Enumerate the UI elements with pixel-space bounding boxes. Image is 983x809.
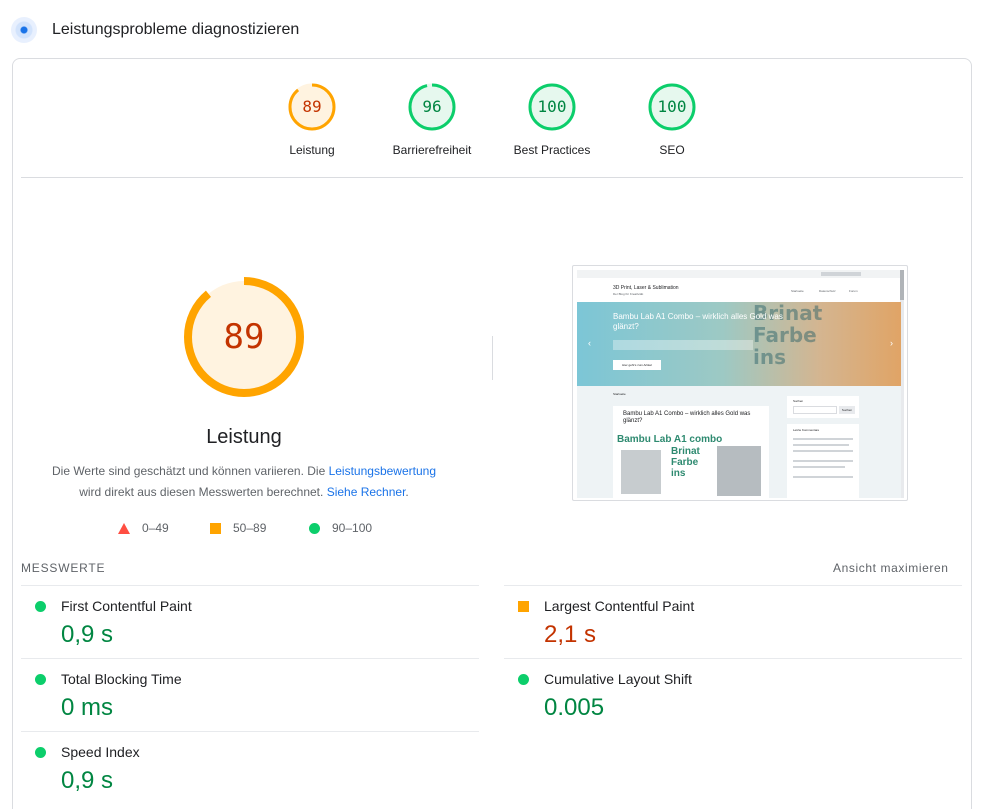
pass-circle-icon: [35, 601, 46, 612]
score-link[interactable]: Leistungsbewertung: [329, 464, 436, 478]
legend-average: 50–89: [210, 521, 266, 535]
shot-comments-title: Letzte Kommentare: [793, 428, 820, 432]
expand-view-toggle[interactable]: Ansicht maximieren: [833, 561, 949, 575]
metric-si: Speed Index 0,9 s: [21, 731, 479, 804]
shot-site-title: 3D Print, Laser & Sublimation: [613, 285, 679, 291]
shot-overlay-line: ins: [753, 345, 786, 369]
legend-range: 90–100: [332, 521, 373, 535]
metric-value: 0,9 s: [61, 767, 114, 794]
shot-printer-graphic: [717, 446, 761, 496]
metrics-heading: MESSWERTE: [21, 561, 106, 575]
shot-section-label: Startseite: [613, 392, 626, 396]
score-value: 89: [302, 97, 322, 116]
triangle-icon: [118, 522, 130, 534]
shot-scroll-thumb: [900, 270, 904, 300]
metric-value: 2,1 s: [544, 621, 597, 648]
shot-post-title: Bambu Lab A1 Combo – wirklich alles Gold…: [623, 411, 751, 424]
shot-search-widget: Suchen Suchen: [787, 396, 859, 418]
shot-site-tagline: Der Blog für Kreativität: [613, 292, 644, 296]
page-screenshot[interactable]: 3D Print, Laser & Sublimation Der Blog f…: [572, 265, 908, 501]
shot-hero-button: Hier geht's zum Artikel: [613, 360, 661, 370]
desc-text: wird direkt aus diesen Messwerten berech…: [79, 485, 324, 499]
score-label: Leistung: [289, 143, 335, 157]
performance-gauge: 89: [182, 275, 306, 399]
score-gauge-seo[interactable]: 100 SEO: [612, 82, 732, 157]
pass-circle-icon: [35, 674, 46, 685]
score-value: 100: [657, 97, 687, 116]
metric-value: 0 ms: [61, 694, 114, 721]
shot-social-icons: [821, 272, 861, 276]
shot-topbar: [577, 270, 901, 278]
metric-value: 0,9 s: [61, 621, 114, 648]
shot-hero-title: Bambu Lab A1 Combo – wirklich alles Gold…: [613, 312, 783, 331]
score-gauge-best-practices[interactable]: 100 Best Practices: [492, 82, 612, 157]
performance-score: 89: [223, 317, 265, 357]
shot-hero: Brinat Farbe ins Bambu Lab A1 Combo – wi…: [577, 302, 901, 386]
shot-image-line: ins: [671, 468, 686, 479]
score-value: 100: [537, 97, 567, 116]
shot-comment-line: [793, 460, 853, 462]
legend-pass: 90–100: [309, 521, 372, 535]
circle-icon: [309, 522, 320, 534]
section-title: Leistungsprobleme diagnostizieren: [52, 21, 300, 38]
shot-image-line: Farbe: [671, 457, 699, 468]
shot-nav-1: Startseite: [791, 289, 804, 293]
shot-search-input: [793, 406, 837, 414]
metric-name: First Contentful Paint: [61, 598, 192, 614]
square-icon: [210, 522, 221, 534]
shot-post-card: Bambu Lab A1 Combo – wirklich alles Gold…: [613, 406, 769, 498]
desc-text: .: [405, 485, 409, 499]
legend-range: 50–89: [233, 521, 267, 535]
shot-post-image-title: Bambu Lab A1 combo: [617, 434, 723, 445]
metric-value: 0.005: [544, 694, 605, 721]
performance-title: Leistung: [206, 426, 282, 448]
metric-cls: Cumulative Layout Shift 0.005: [504, 658, 962, 731]
desc-text: Die Werte sind geschätzt und können vari…: [51, 464, 329, 478]
shot-comment-line: [793, 476, 853, 478]
average-square-icon: [518, 601, 529, 612]
shot-search-label: Suchen: [793, 399, 804, 403]
shot-comments-widget: Letzte Kommentare: [787, 424, 859, 498]
shot-nav-2: Datenschutz: [819, 289, 836, 293]
metric-fcp: First Contentful Paint 0,9 s: [21, 585, 479, 658]
shot-comment-line: [793, 450, 853, 452]
metric-lcp: Largest Contentful Paint 2,1 s: [504, 585, 962, 658]
pass-circle-icon: [35, 747, 46, 758]
legend-range: 0–49: [142, 521, 169, 535]
pass-circle-icon: [518, 674, 529, 685]
shot-post-image: Bambu Lab A1 combo Brinat Farbe ins: [617, 434, 765, 498]
chevron-left-icon: ‹: [588, 338, 591, 348]
metric-tbt: Total Blocking Time 0 ms: [21, 658, 479, 731]
metric-name: Total Blocking Time: [61, 671, 182, 687]
shot-nav-3: Forum: [849, 289, 858, 293]
score-label: Barrierefreiheit: [392, 143, 472, 157]
shot-comment-line: [793, 466, 845, 468]
divider: [21, 177, 963, 178]
score-label: SEO: [659, 143, 685, 157]
shot-printer-graphic: [621, 450, 661, 494]
divider: [492, 336, 493, 380]
score-description: Die Werte sind geschätzt und können vari…: [34, 461, 454, 503]
score-value: 96: [422, 97, 442, 116]
shot-post-image-text: Brinat Farbe ins: [671, 446, 700, 479]
chevron-right-icon: ›: [890, 338, 893, 348]
score-gauge-performance[interactable]: 89 Leistung: [252, 82, 372, 157]
shot-hero-text: [613, 340, 753, 350]
score-gauge-accessibility[interactable]: 96 Barrierefreiheit: [372, 82, 492, 157]
shot-search-button: Suchen: [839, 406, 855, 414]
shot-comment-line: [793, 444, 849, 446]
metric-name: Cumulative Layout Shift: [544, 671, 692, 687]
score-label: Best Practices: [513, 143, 591, 157]
legend-fail: 0–49: [118, 521, 169, 535]
shot-content: Startseite Bambu Lab A1 Combo – wirklich…: [577, 386, 901, 498]
metric-name: Speed Index: [61, 744, 140, 760]
shot-comment-line: [793, 438, 853, 440]
metric-name: Largest Contentful Paint: [544, 598, 695, 614]
shot-image-line: Brinat: [671, 446, 700, 457]
lighthouse-icon: [11, 17, 37, 43]
calculator-link[interactable]: Siehe Rechner: [327, 485, 406, 499]
